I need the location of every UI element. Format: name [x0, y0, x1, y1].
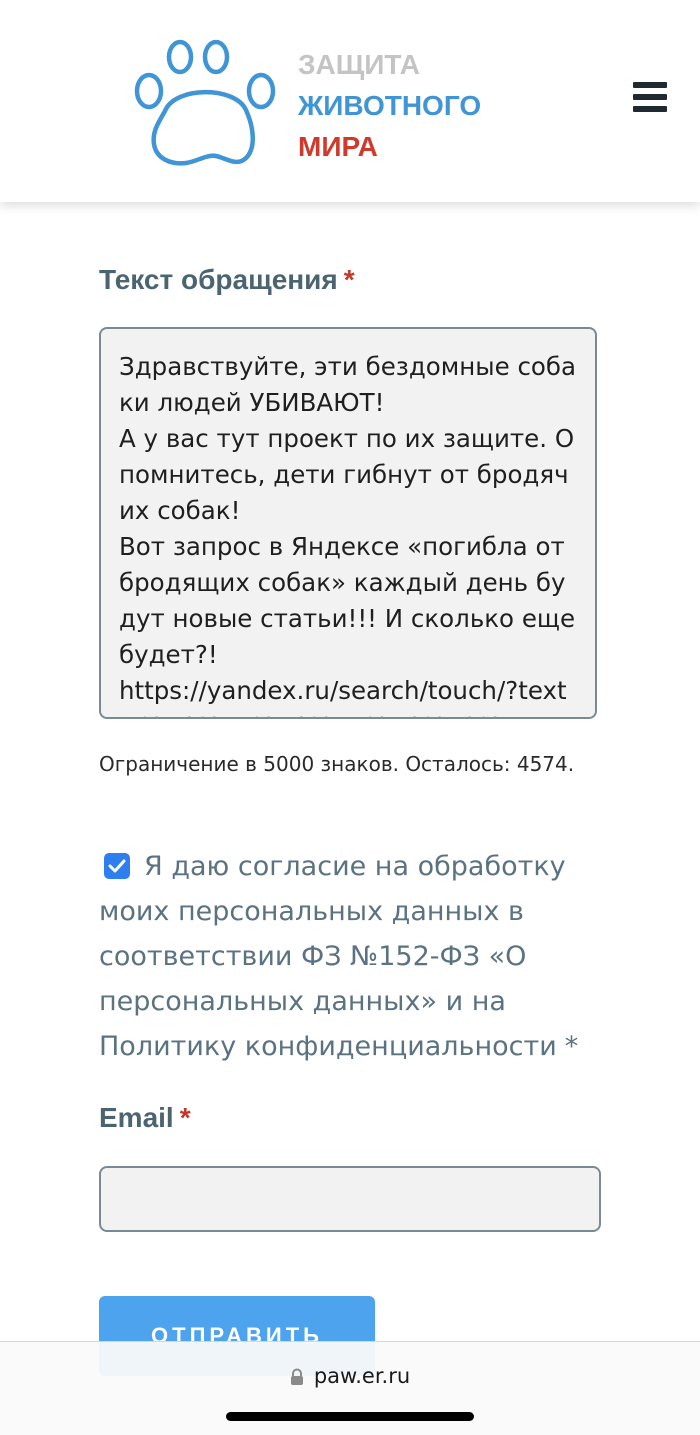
message-label: Текст обращения *	[99, 264, 355, 296]
menu-bar	[633, 82, 667, 88]
menu-bar	[633, 106, 667, 112]
consent-required-mark: *	[564, 1031, 579, 1062]
logo-text[interactable]: ЗАЩИТА ЖИВОТНОГО МИРА	[298, 44, 481, 167]
email-label: Email *	[99, 1102, 191, 1134]
url-field[interactable]: paw.er.ru	[0, 1364, 700, 1388]
page: ЗАЩИТА ЖИВОТНОГО МИРА Текст обращения * З…	[0, 0, 700, 1435]
message-textarea[interactable]: Здравствуйте, эти бездомные собаки людей…	[99, 327, 597, 719]
paw-icon[interactable]	[130, 36, 280, 172]
hamburger-menu-icon[interactable]	[628, 82, 672, 122]
email-label-text: Email	[99, 1102, 174, 1133]
consent-checkbox[interactable]	[104, 853, 130, 879]
required-mark: *	[343, 264, 355, 295]
email-required-mark: *	[179, 1102, 191, 1133]
message-label-text: Текст обращения	[99, 264, 338, 295]
site-header: ЗАЩИТА ЖИВОТНОГО МИРА	[0, 0, 700, 202]
logo-line-2: ЖИВОТНОГО	[298, 90, 482, 121]
home-indicator[interactable]	[226, 1412, 474, 1421]
menu-bar	[633, 94, 667, 100]
character-limit-text: Ограничение в 5000 знаков. Осталось: 457…	[99, 752, 575, 776]
consent-block: Я даю согласие на обработку моих персона…	[99, 844, 599, 1069]
lock-icon	[290, 1368, 303, 1385]
logo-line-3: МИРА	[298, 131, 378, 162]
logo-line-1: ЗАЩИТА	[298, 49, 420, 80]
browser-address-bar: paw.er.ru	[0, 1341, 700, 1435]
email-input[interactable]	[99, 1166, 601, 1232]
consent-text: Я даю согласие на обработку моих персона…	[99, 851, 566, 1062]
url-text: paw.er.ru	[313, 1364, 411, 1388]
checkmark-icon	[108, 859, 126, 873]
message-textarea-value: Здравствуйте, эти бездомные собаки людей…	[119, 352, 577, 717]
